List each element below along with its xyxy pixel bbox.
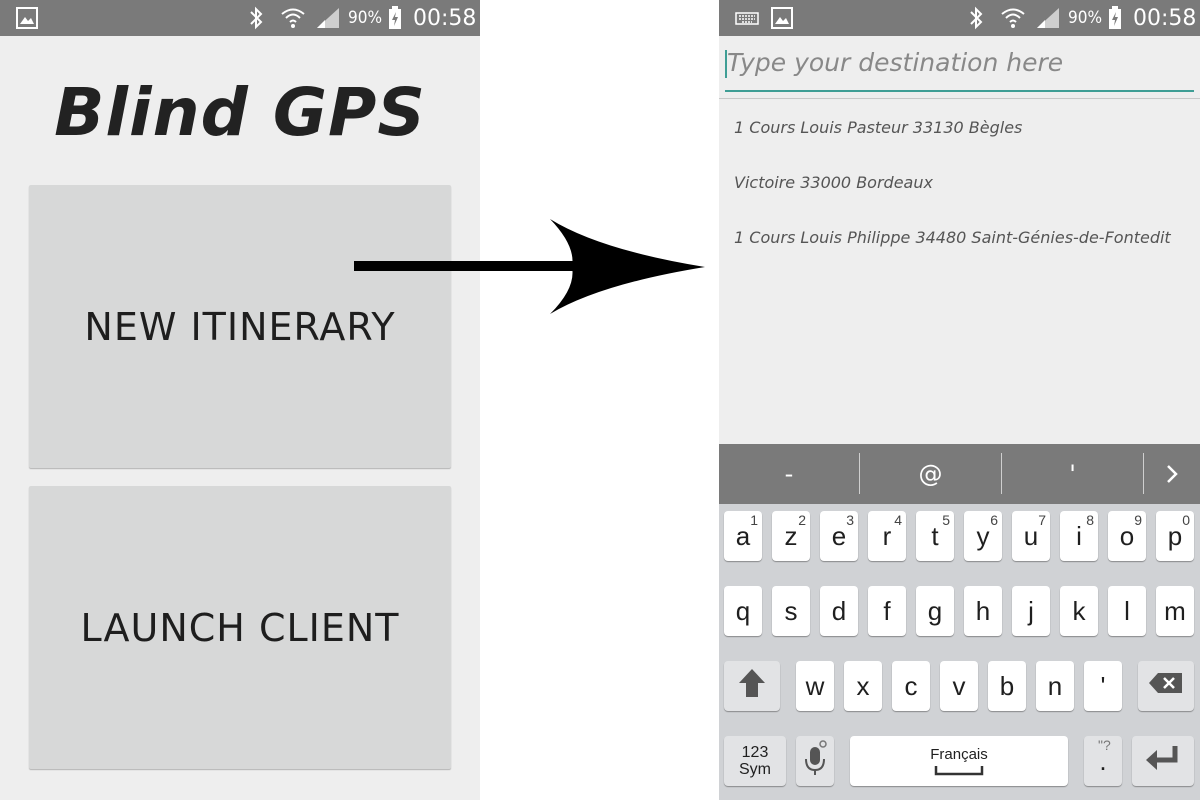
keyboard-suggestion-bar: - @ ' bbox=[719, 444, 1200, 504]
destination-screen: 90% 00:58 Type your destination here 1 C… bbox=[719, 0, 1200, 800]
bluetooth-icon bbox=[967, 0, 985, 36]
backspace-key[interactable] bbox=[1138, 661, 1194, 711]
suggestion-key-dash[interactable]: - bbox=[719, 444, 859, 504]
symbols-key[interactable]: 123 Sym bbox=[724, 736, 786, 786]
key-n[interactable]: n bbox=[1036, 661, 1074, 711]
key-e[interactable]: e3 bbox=[820, 511, 858, 561]
key-o[interactable]: o9 bbox=[1108, 511, 1146, 561]
suggestion-key-at[interactable]: @ bbox=[860, 444, 1001, 504]
shift-icon bbox=[737, 667, 767, 706]
key-x[interactable]: x bbox=[844, 661, 882, 711]
status-bar: 90% 00:58 bbox=[719, 0, 1200, 36]
key-k[interactable]: k bbox=[1060, 586, 1098, 636]
suggestion-key-apostrophe[interactable]: ' bbox=[1002, 444, 1143, 504]
clock: 00:58 bbox=[1133, 5, 1197, 31]
keyboard: - @ ' a1 z2 e3 r4 t5 y6 u7 i8 o9 p0 q s … bbox=[719, 444, 1200, 800]
image-icon bbox=[771, 0, 793, 36]
microphone-icon bbox=[801, 739, 829, 784]
key-s[interactable]: s bbox=[772, 586, 810, 636]
suggestion-item[interactable]: 1 Cours Louis Philippe 34480 Saint-Génie… bbox=[734, 228, 1171, 247]
divider bbox=[719, 98, 1200, 99]
image-icon bbox=[16, 0, 38, 36]
destination-placeholder: Type your destination here bbox=[727, 48, 1064, 77]
suggestion-item[interactable]: 1 Cours Louis Pasteur 33130 Bègles bbox=[734, 118, 1022, 137]
chevron-right-icon[interactable] bbox=[1144, 444, 1200, 504]
key-apostrophe[interactable]: ' bbox=[1084, 661, 1122, 711]
key-w[interactable]: w bbox=[796, 661, 834, 711]
arrow-right-icon bbox=[354, 219, 705, 314]
key-c[interactable]: c bbox=[892, 661, 930, 711]
key-d[interactable]: d bbox=[820, 586, 858, 636]
key-v[interactable]: v bbox=[940, 661, 978, 711]
key-i[interactable]: i8 bbox=[1060, 511, 1098, 561]
key-h[interactable]: h bbox=[964, 586, 1002, 636]
shift-key[interactable] bbox=[724, 661, 780, 711]
key-g[interactable]: g bbox=[916, 586, 954, 636]
space-key[interactable]: Français bbox=[850, 736, 1068, 786]
voice-input-key[interactable] bbox=[796, 736, 834, 786]
period-key[interactable]: "? . bbox=[1084, 736, 1122, 786]
destination-input[interactable]: Type your destination here bbox=[725, 40, 1194, 92]
key-m[interactable]: m bbox=[1156, 586, 1194, 636]
key-l[interactable]: l bbox=[1108, 586, 1146, 636]
key-z[interactable]: z2 bbox=[772, 511, 810, 561]
app-title: Blind GPS bbox=[54, 74, 426, 151]
keyboard-icon bbox=[735, 0, 759, 36]
key-y[interactable]: y6 bbox=[964, 511, 1002, 561]
key-p[interactable]: p0 bbox=[1156, 511, 1194, 561]
key-r[interactable]: r4 bbox=[868, 511, 906, 561]
key-a[interactable]: a1 bbox=[724, 511, 762, 561]
battery-percent: 90% bbox=[1068, 8, 1102, 28]
backspace-icon bbox=[1148, 671, 1184, 702]
enter-key[interactable] bbox=[1132, 736, 1194, 786]
launch-client-button[interactable]: LAUNCH CLIENT bbox=[29, 486, 451, 769]
bluetooth-icon bbox=[247, 0, 265, 36]
battery-charging-icon bbox=[1108, 0, 1122, 36]
launch-client-label: LAUNCH CLIENT bbox=[80, 605, 400, 650]
clock: 00:58 bbox=[413, 5, 477, 31]
key-q[interactable]: q bbox=[724, 586, 762, 636]
wifi-icon bbox=[1000, 0, 1026, 36]
battery-percent: 90% bbox=[348, 8, 382, 28]
home-screen: 90% 00:58 Blind GPS NEW ITINERARY LAUNCH… bbox=[0, 0, 480, 800]
key-b[interactable]: b bbox=[988, 661, 1026, 711]
battery-charging-icon bbox=[388, 0, 402, 36]
wifi-icon bbox=[280, 0, 306, 36]
key-u[interactable]: u7 bbox=[1012, 511, 1050, 561]
status-bar: 90% 00:58 bbox=[0, 0, 480, 36]
suggestion-item[interactable]: Victoire 33000 Bordeaux bbox=[734, 173, 933, 192]
space-language-label: Français bbox=[930, 746, 988, 763]
key-t[interactable]: t5 bbox=[916, 511, 954, 561]
key-j[interactable]: j bbox=[1012, 586, 1050, 636]
enter-icon bbox=[1145, 744, 1181, 779]
key-f[interactable]: f bbox=[868, 586, 906, 636]
signal-icon bbox=[1035, 0, 1061, 36]
signal-icon bbox=[315, 0, 341, 36]
